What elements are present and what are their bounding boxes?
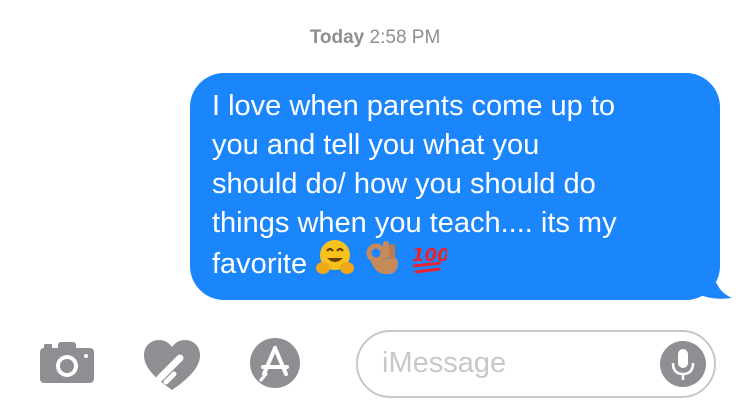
message-line: you and tell you what you <box>212 129 540 161</box>
imessage-input[interactable]: iMessage <box>356 330 716 398</box>
message-bubble-tail <box>690 262 732 299</box>
microphone-icon <box>671 349 695 380</box>
dictation-button[interactable] <box>660 341 706 387</box>
ok-hand-icon <box>363 237 401 288</box>
message-line: things when you teach.... its my <box>212 207 617 239</box>
hugging-face-icon <box>315 237 355 288</box>
app-store-icon[interactable] <box>249 337 301 394</box>
input-placeholder: iMessage <box>382 347 507 379</box>
timestamp-day: Today <box>309 27 365 48</box>
digital-touch-heart-icon[interactable] <box>142 338 202 397</box>
message-line: I love when parents come up to <box>212 90 616 122</box>
timestamp-time: 2:58 PM <box>369 27 441 48</box>
camera-icon[interactable] <box>38 339 96 390</box>
message-line-last: favorite 100 <box>212 240 702 288</box>
message-line-text: favorite <box>212 248 308 281</box>
message-line: should do/ how you should do <box>212 168 596 200</box>
hundred-points-icon: 100 <box>409 237 450 288</box>
sent-message-bubble[interactable]: I love when parents come up to you and t… <box>190 73 720 300</box>
message-timestamp: Today 2:58 PM <box>0 27 750 49</box>
